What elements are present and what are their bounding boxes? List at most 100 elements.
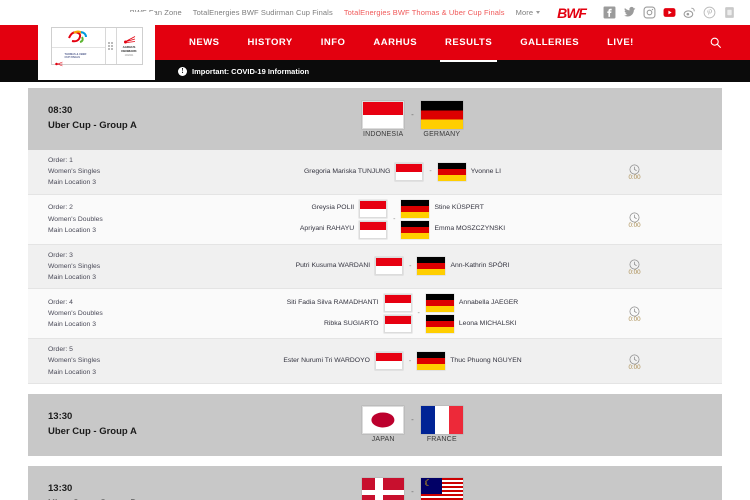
match-group: Uber Cup - Group A xyxy=(48,425,137,437)
row-order: Order: 4 xyxy=(48,298,73,306)
table-row[interactable]: Order: 2 Women's Doubles Main Location 3… xyxy=(28,194,722,245)
weibo-icon[interactable] xyxy=(683,6,696,19)
table-row[interactable]: Order: 4 Women's Doubles Main Location 3… xyxy=(28,289,722,340)
versus-separator: - xyxy=(393,215,396,223)
row-away-side: Ann-Kathrin SPÖRI xyxy=(417,257,510,276)
nav-item-history[interactable]: HISTORY xyxy=(234,25,307,60)
row-location: Main Location 3 xyxy=(48,179,96,187)
match-teams: DENMARK - MALAYSIA xyxy=(278,478,547,500)
utility-link-sudirman[interactable]: TotalEnergies BWF Sudirman Cup Finals xyxy=(193,8,333,17)
player-name: Ribka SUGIARTO xyxy=(324,319,379,327)
utility-more-menu[interactable]: More xyxy=(516,8,541,17)
nav-item-news[interactable]: NEWS xyxy=(175,25,234,60)
duration-value: 0:00 xyxy=(628,268,641,276)
logo-divider-dots xyxy=(106,28,117,64)
row-meta: Order: 4 Women's Doubles Main Location 3 xyxy=(28,297,258,331)
player-name: Ann-Kathrin SPÖRI xyxy=(450,262,510,270)
row-location: Main Location 3 xyxy=(48,321,96,329)
match-time: 08:30 xyxy=(48,105,73,117)
shuttlecock-icon xyxy=(54,54,63,66)
row-duration: 0:00 xyxy=(547,304,722,323)
duration-value: 0:00 xyxy=(628,221,641,229)
player-name: Stine KÜSPERT xyxy=(434,204,484,212)
versus-separator: - xyxy=(409,262,412,270)
youtube-icon[interactable] xyxy=(663,6,676,19)
totalenergies-icon xyxy=(67,30,89,45)
player-name: Putri Kusuma WARDANI xyxy=(295,262,371,270)
match-header[interactable]: 08:30 Uber Cup - Group A INDONESIA - GER… xyxy=(28,88,722,150)
row-duration: 0:00 xyxy=(547,210,722,229)
player-flag xyxy=(401,199,430,218)
facebook-icon[interactable] xyxy=(603,6,616,19)
player-name: Siti Fadia Silva RAMADHANTI xyxy=(286,298,379,306)
event-logo-box: THOMAS & UBER CUP FINALS AARHUS DENMARK 10… xyxy=(50,27,143,66)
nav-item-results[interactable]: RESULTS xyxy=(431,25,506,62)
player-name: Thuc Phuong NGUYEN xyxy=(450,356,522,364)
row-home-side: Greysia POLII Apriyani RAHAYU xyxy=(299,199,388,239)
utility-more-label: More xyxy=(515,8,534,17)
nav-item-galleries[interactable]: GALLERIES xyxy=(506,25,593,60)
versus-separator: - xyxy=(417,310,420,318)
twitter-icon[interactable] xyxy=(623,6,636,19)
player-flag xyxy=(401,220,430,239)
away-team: FRANCE xyxy=(420,406,463,443)
utility-link-thomas-uber[interactable]: TotalEnergies BWF Thomas & Uber Cup Fina… xyxy=(344,8,505,17)
nav-item-aarhus[interactable]: AARHUS xyxy=(359,25,431,60)
duration-value: 0:00 xyxy=(628,363,641,371)
player-flag xyxy=(374,352,403,371)
row-home-side: Ester Nurumi Tri WARDOYO xyxy=(283,352,403,371)
table-row[interactable]: Order: 1 Women's Singles Main Location 3… xyxy=(28,150,722,195)
player-flag xyxy=(375,257,404,276)
row-players: Putri Kusuma WARDANI - Ann-Kathrin SPÖRI xyxy=(258,257,547,276)
row-order: Order: 3 xyxy=(48,251,73,259)
nav-item-info[interactable]: INFO xyxy=(307,25,360,60)
host-shuttlecock-icon xyxy=(123,36,135,44)
player-flag xyxy=(425,315,454,334)
row-meta: Order: 5 Women's Singles Main Location 3 xyxy=(28,344,258,378)
match-header[interactable]: 13:30 Uber Cup - Group A JAPAN - FRANCE xyxy=(28,393,722,456)
social-links xyxy=(603,6,736,19)
row-event: Women's Singles xyxy=(48,357,101,365)
away-team-flag xyxy=(420,406,463,435)
logo-event-name: THOMAS & UBER CUP FINALS xyxy=(64,52,87,59)
bwf-wordmark[interactable]: BWF xyxy=(557,5,587,21)
home-team-flag xyxy=(362,406,405,435)
clock-icon xyxy=(629,257,640,270)
tiktok-icon[interactable] xyxy=(723,6,736,19)
match-header-info: 08:30 Uber Cup - Group A xyxy=(48,104,278,133)
match-header[interactable]: 13:30 Uber Cup - Group D DENMARK - MALAY… xyxy=(28,465,722,500)
home-team-name: INDONESIA xyxy=(363,130,404,138)
match-teams: JAPAN - FRANCE xyxy=(278,406,547,443)
row-duration: 0:00 xyxy=(547,352,722,371)
pinterest-icon[interactable] xyxy=(703,6,716,19)
table-row[interactable]: Order: 3 Women's Singles Main Location 3… xyxy=(28,244,722,290)
row-away-side: Thuc Phuong NGUYEN xyxy=(417,352,522,371)
row-duration: 0:00 xyxy=(547,162,722,181)
home-team: INDONESIA xyxy=(362,100,405,138)
versus-separator: - xyxy=(411,109,414,119)
player-name: Ester Nurumi Tri WARDOYO xyxy=(283,356,370,364)
row-meta: Order: 2 Women's Doubles Main Location 3 xyxy=(28,202,258,236)
row-home-side: Siti Fadia Silva RAMADHANTI Ribka SUGIAR… xyxy=(286,294,412,334)
search-icon[interactable] xyxy=(709,36,722,49)
table-row[interactable]: Order: 5 Women's Singles Main Location 3… xyxy=(28,339,722,384)
row-away-side: Annabella JAEGER Leona MICHALSKI xyxy=(425,294,518,334)
nav-item-live[interactable]: LIVE! xyxy=(593,25,648,60)
row-meta: Order: 1 Women's Singles Main Location 3 xyxy=(28,155,258,189)
instagram-icon[interactable] xyxy=(643,6,656,19)
section-spacer xyxy=(28,383,722,394)
home-team: JAPAN xyxy=(362,406,405,443)
section-spacer xyxy=(28,455,722,466)
player-flag xyxy=(425,294,454,313)
away-team-name: GERMANY xyxy=(423,130,461,138)
player-flag xyxy=(383,315,412,334)
match-header-info: 13:30 Uber Cup - Group D xyxy=(48,482,278,500)
event-logo[interactable]: THOMAS & UBER CUP FINALS AARHUS DENMARK 10… xyxy=(38,12,155,80)
logo-sponsor-mark xyxy=(52,28,105,47)
player-name: Apriyani RAHAYU xyxy=(299,225,355,233)
row-players: Ester Nurumi Tri WARDOYO - Thuc Phuong N… xyxy=(258,352,547,371)
match-teams: INDONESIA - GERMANY xyxy=(278,100,547,138)
versus-separator: - xyxy=(411,487,414,497)
logo-host-year: 10/2021 xyxy=(124,53,134,57)
covid-alert-text: Important: COVID-19 Information xyxy=(192,66,310,76)
